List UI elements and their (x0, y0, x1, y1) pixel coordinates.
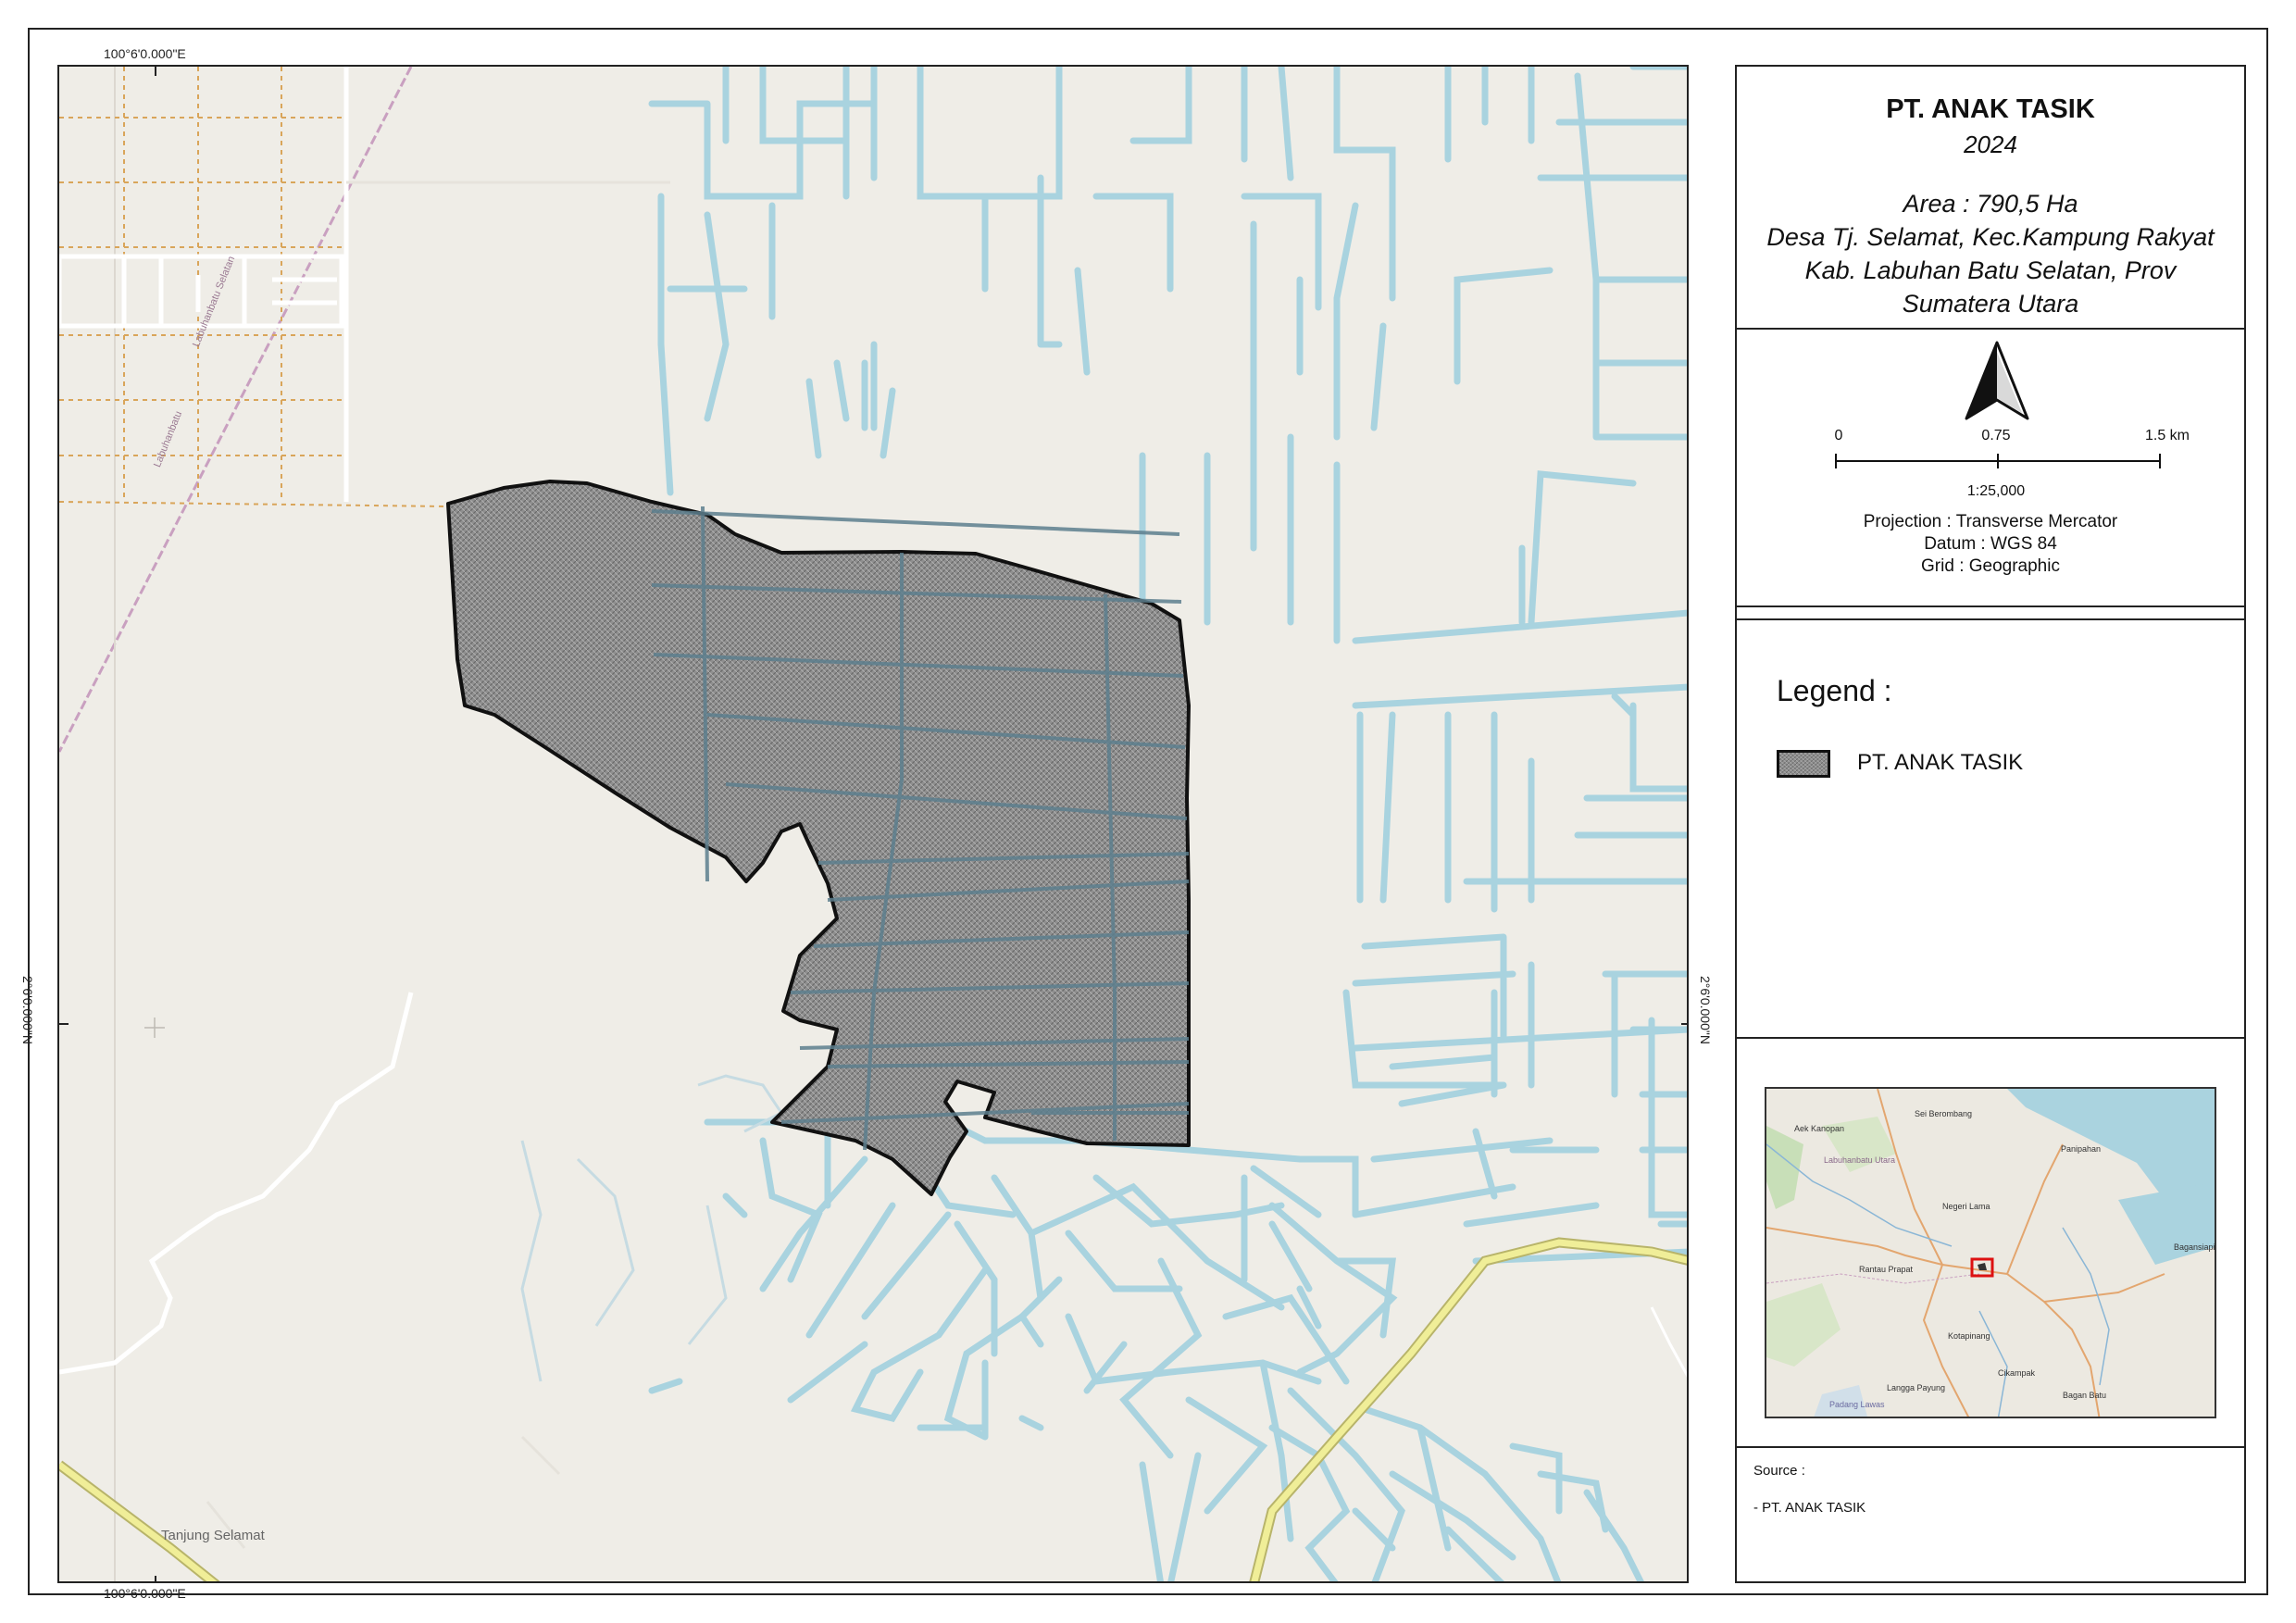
scalebar-label-0: 0 (1834, 428, 1843, 443)
railway-line (59, 67, 413, 753)
info-prov: Sumatera Utara (1902, 290, 2079, 318)
inset-label: Bagan Batu (2063, 1391, 2107, 1400)
scalebar (1835, 454, 2161, 468)
place-label-village: Tanjung Selamat (161, 1528, 265, 1543)
cartographic-section: 0 0.75 1.5 km 1:25,000 Projection : Tran… (1737, 330, 2244, 607)
source-title: Source : (1753, 1463, 1805, 1479)
inset-map-canvas (1766, 1089, 2215, 1417)
scalebar-label-mid: 0.75 (1981, 428, 2011, 443)
grid-line: Grid : Geographic (1921, 556, 2060, 576)
scalebar-label-end: 1.5 km (2144, 428, 2190, 443)
legend-section: Legend : PT. ANAK TASIK (1737, 618, 2244, 1039)
coord-lat-left: 2°6'0.000"N (20, 976, 35, 1044)
inset-label: Kotapinang (1948, 1331, 1990, 1341)
inset-label: Rantau Prapat (1859, 1265, 1914, 1274)
admin-boundaries (59, 67, 449, 507)
coord-lon-bottom: 100°6'0.000"E (104, 1586, 186, 1601)
projection-info: Projection : Transverse Mercator Datum :… (1737, 511, 2244, 578)
inset-label: Padang Lawas (1829, 1400, 1885, 1409)
map-info-panel: PT. ANAK TASIK 2024 Area : 790,5 Ha Desa… (1735, 65, 2246, 1583)
datum-line: Datum : WGS 84 (1924, 534, 2057, 554)
inset-label: Langga Payung (1887, 1383, 1946, 1392)
local-road (59, 992, 414, 1375)
inset-section: Aek Kanopan Sei Berombang Panipahan Nege… (1737, 1039, 2244, 1448)
info-desa: Desa Tj. Selamat, Kec.Kampung Rakyat (1766, 223, 2215, 251)
info-area: Area : 790,5 Ha (1903, 190, 2078, 218)
inset-label: Panipahan (2061, 1144, 2102, 1154)
coord-lat-right: 2°6'0.000"N (1698, 976, 1713, 1044)
concession-area (446, 480, 1191, 1196)
title-section: PT. ANAK TASIK 2024 Area : 790,5 Ha Desa… (1737, 67, 2244, 330)
north-arrow-icon (1965, 341, 2029, 420)
map-year: 2024 (1964, 131, 2017, 158)
source-item: - PT. ANAK TASIK (1753, 1500, 1866, 1516)
coord-lon-top: 100°6'0.000"E (104, 46, 186, 61)
settlement-roads (59, 67, 349, 502)
source-section: Source : - PT. ANAK TASIK (1737, 1448, 2244, 1585)
map-info: Area : 790,5 Ha Desa Tj. Selamat, Kec.Ka… (1737, 187, 2244, 320)
inset-label: Bagansiapiapi (2174, 1242, 2215, 1252)
legend-swatch-area (1777, 750, 1830, 778)
info-kab: Kab. Labuhan Batu Selatan, Prov (1804, 256, 2177, 284)
scale-ratio: 1:25,000 (1966, 483, 2026, 499)
map-frame: Tanjung Selamat Labuhanbatu Selatan Labu… (57, 65, 1689, 1583)
projection-line: Projection : Transverse Mercator (1863, 512, 2118, 531)
map-title: PT. ANAK TASIK (1886, 94, 2095, 124)
grid-cross-marker (144, 1017, 165, 1038)
inset-label: Labuhanbatu Utara (1824, 1155, 1896, 1165)
legend-item-label: PT. ANAK TASIK (1857, 750, 2024, 775)
inset-label: Negeri Lama (1942, 1202, 1990, 1211)
legend-title: Legend : (1777, 674, 1892, 707)
inset-label: Cikampak (1998, 1368, 2036, 1378)
inset-locator-map: Aek Kanopan Sei Berombang Panipahan Nege… (1765, 1087, 2216, 1418)
map-canvas (59, 67, 1687, 1581)
main-road-se (1249, 1237, 1687, 1581)
inset-label: Aek Kanopan (1794, 1124, 1845, 1133)
inset-label: Sei Berombang (1915, 1109, 1973, 1118)
